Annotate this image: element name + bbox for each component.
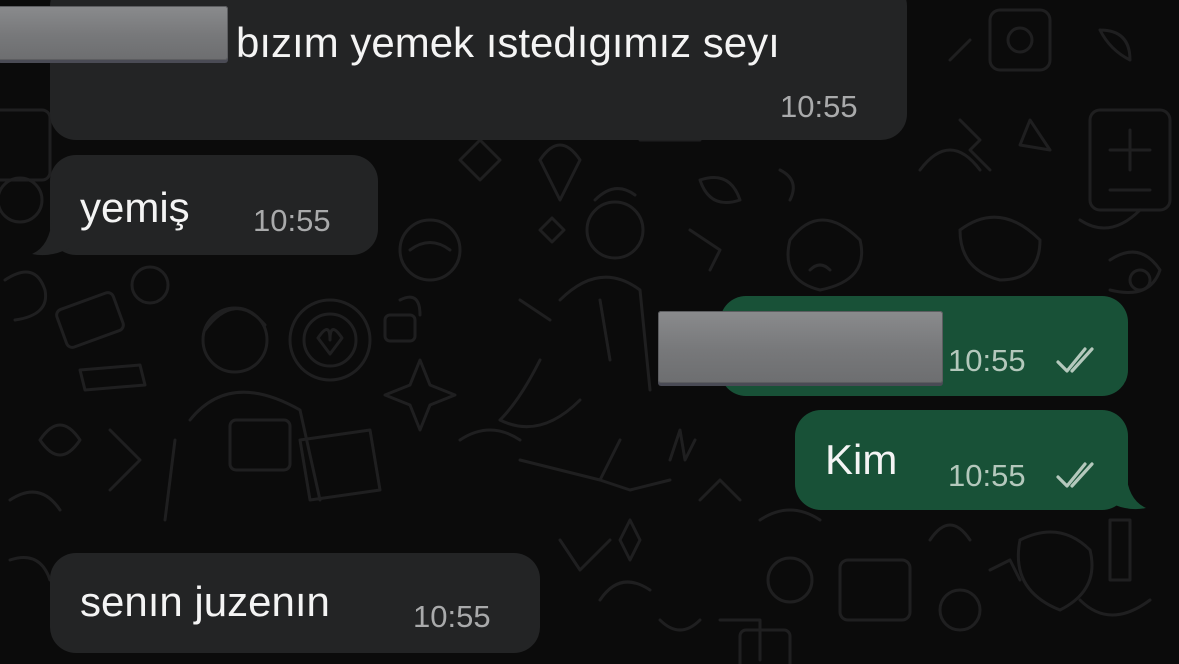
message-bubble-incoming[interactable]: senın juzenın 10:55	[50, 553, 540, 653]
message-text: senın juzenın	[80, 578, 330, 625]
message-timestamp: 10:55	[780, 89, 858, 124]
message-bubble-incoming[interactable]: bızım yemek ıstedıgımız seyı 10:55	[0, 0, 907, 140]
message-text: bızım yemek ıstedıgımız seyı	[236, 19, 780, 66]
message-text: yemiş	[80, 184, 190, 231]
message-bubble-incoming[interactable]: yemiş 10:55	[50, 155, 378, 255]
bubble-tail	[32, 218, 70, 256]
redacted-block	[0, 6, 228, 60]
double-check-icon	[1056, 347, 1094, 373]
bubble-tail	[1108, 472, 1146, 510]
message-timestamp: 10:55	[253, 203, 331, 238]
message-bubble-outgoing[interactable]: Kim 10:55	[795, 410, 1128, 510]
double-check-icon	[1056, 462, 1094, 488]
message-timestamp: 10:55	[948, 343, 1026, 378]
message-text: Kim	[825, 436, 898, 483]
redacted-block	[658, 311, 943, 383]
message-timestamp: 10:55	[413, 599, 491, 634]
message-timestamp: 10:55	[948, 458, 1026, 493]
